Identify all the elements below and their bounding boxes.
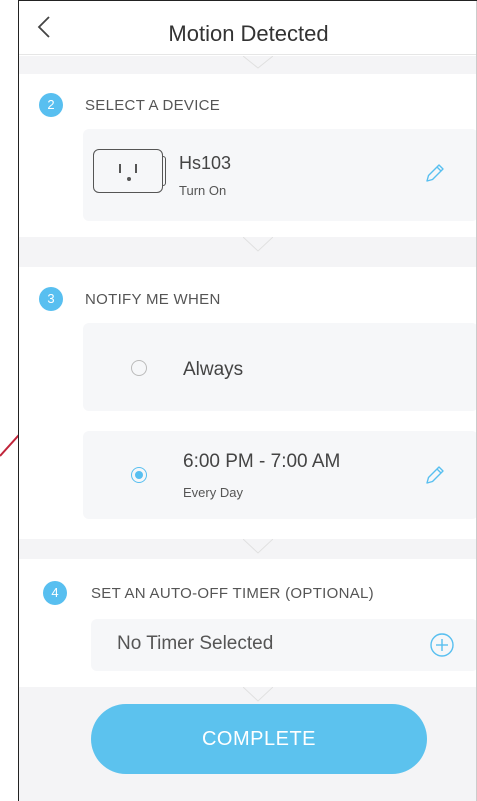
section-title: SET AN AUTO-OFF TIMER (OPTIONAL) xyxy=(91,585,374,602)
add-timer-button[interactable] xyxy=(429,632,455,658)
radio-selected-icon[interactable] xyxy=(131,467,147,483)
notify-option-always[interactable]: Always xyxy=(83,323,477,411)
app-screen: Motion Detected 2 SELECT A DEVICE Hs103 … xyxy=(18,0,477,801)
plus-circle-icon xyxy=(430,633,454,657)
pencil-icon xyxy=(426,466,444,484)
section-title: SELECT A DEVICE xyxy=(85,97,221,114)
option-sublabel: Every Day xyxy=(183,485,243,500)
device-name: Hs103 xyxy=(179,153,232,173)
timer-value: No Timer Selected xyxy=(117,633,274,654)
step-number: 4 xyxy=(43,581,67,605)
divider-notch xyxy=(243,56,273,69)
page-title: Motion Detected xyxy=(168,21,329,46)
step-number: 3 xyxy=(39,287,63,311)
edit-schedule-button[interactable] xyxy=(423,463,447,487)
divider-notch xyxy=(243,539,273,554)
plug-icon xyxy=(93,149,166,193)
section-title: NOTIFY ME WHEN xyxy=(85,291,221,308)
device-card[interactable]: Hs103 Turn On xyxy=(83,129,477,221)
option-label: Always xyxy=(183,359,244,380)
complete-button[interactable]: COMPLETE xyxy=(91,704,427,774)
pencil-icon xyxy=(426,164,444,182)
divider-notch xyxy=(243,237,273,252)
radio-icon[interactable] xyxy=(131,360,147,376)
option-label: 6:00 PM - 7:00 AM xyxy=(183,451,341,472)
step-number: 2 xyxy=(39,93,63,117)
device-action: Turn On xyxy=(179,183,227,198)
timer-card[interactable]: No Timer Selected xyxy=(91,619,477,671)
edit-device-button[interactable] xyxy=(423,161,447,185)
notify-option-schedule[interactable]: 6:00 PM - 7:00 AM Every Day xyxy=(83,431,477,519)
divider-notch xyxy=(243,687,273,702)
nav-header: Motion Detected xyxy=(19,1,477,55)
